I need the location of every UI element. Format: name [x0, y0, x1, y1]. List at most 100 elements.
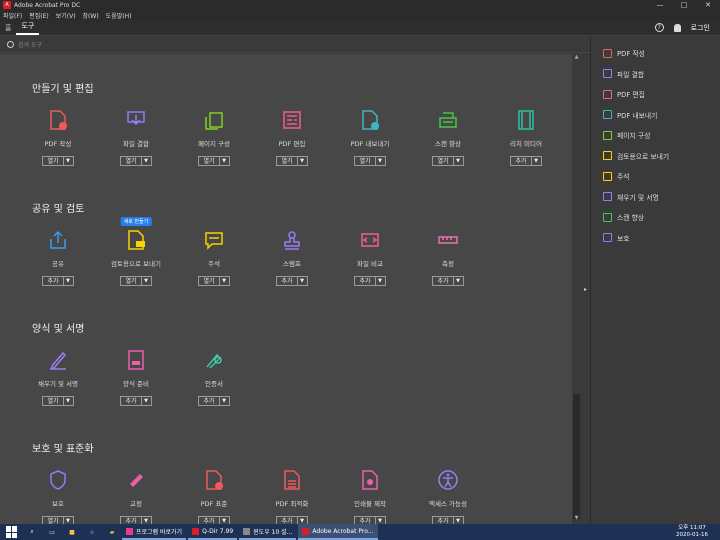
- tool-action-label[interactable]: 열기: [43, 396, 64, 405]
- tool-rich-media[interactable]: 리치 미디어 추가 ▼: [496, 109, 556, 167]
- tool-action-label[interactable]: 열기: [43, 516, 64, 524]
- organize-pages-icon[interactable]: [203, 109, 225, 131]
- tool-action-label[interactable]: 열기: [433, 156, 454, 165]
- tool-measure[interactable]: 측정 추가 ▼: [418, 229, 478, 287]
- send-for-review-icon[interactable]: [125, 229, 147, 251]
- search-bar[interactable]: 검색 도구: [0, 37, 590, 53]
- measure-icon[interactable]: [437, 229, 459, 251]
- chevron-down-icon[interactable]: ▼: [376, 278, 385, 284]
- tool-action-label[interactable]: 열기: [199, 156, 220, 165]
- tool-action-label[interactable]: 열기: [355, 156, 376, 165]
- chevron-down-icon[interactable]: ▼: [64, 518, 73, 524]
- taskbar-app[interactable]: 프로그램 바로가기: [122, 524, 187, 540]
- tool-action-label[interactable]: 추가: [121, 516, 142, 524]
- tool-action-label[interactable]: 열기: [277, 156, 298, 165]
- chevron-down-icon[interactable]: ▼: [64, 278, 73, 284]
- tool-action-label[interactable]: 추가: [277, 276, 298, 285]
- chevron-down-icon[interactable]: ▼: [142, 518, 151, 524]
- chevron-down-icon[interactable]: ▼: [298, 158, 307, 164]
- tool-action-button[interactable]: 추가 ▼: [510, 155, 542, 166]
- optimize-pdf-icon[interactable]: [281, 469, 303, 491]
- scrollbar[interactable]: ▲ ▼: [572, 54, 581, 524]
- tool-scan-enhance[interactable]: 스캔 향상 열기 ▼: [418, 109, 478, 167]
- taskbar-app[interactable]: 윈도우 10 설...: [239, 524, 297, 540]
- tool-action-button[interactable]: 추가 ▼: [276, 275, 308, 286]
- chevron-down-icon[interactable]: ▼: [454, 158, 463, 164]
- tool-action-button[interactable]: 추가 ▼: [354, 515, 386, 524]
- tool-action-label[interactable]: 열기: [121, 156, 142, 165]
- chevron-down-icon[interactable]: ▼: [220, 158, 229, 164]
- tool-pdf-create[interactable]: PDF 작성 열기 ▼: [28, 109, 88, 167]
- edit-pdf-icon[interactable]: [281, 109, 303, 131]
- tool-action-label[interactable]: 추가: [199, 516, 220, 524]
- tool-certificate[interactable]: 인증서 추가 ▼: [184, 349, 244, 407]
- protect-icon[interactable]: [47, 469, 69, 491]
- notification-bell-icon[interactable]: [673, 23, 681, 32]
- chevron-down-icon[interactable]: ▼: [376, 518, 385, 524]
- folder-icon[interactable]: ▰: [104, 524, 120, 540]
- right-pane-item[interactable]: 스캔 향상: [591, 207, 720, 228]
- chevron-down-icon[interactable]: ▼: [220, 398, 229, 404]
- explorer-icon[interactable]: ■: [64, 524, 80, 540]
- chevron-down-icon[interactable]: ▼: [220, 278, 229, 284]
- tool-combine-files[interactable]: 파일 결합 열기 ▼: [106, 109, 166, 167]
- windows-start-icon[interactable]: [6, 526, 20, 538]
- pdf-create-icon[interactable]: [47, 109, 69, 131]
- print-production-icon[interactable]: [359, 469, 381, 491]
- edge-icon[interactable]: e: [84, 524, 100, 540]
- tool-share[interactable]: 공유 추가 ▼: [28, 229, 88, 287]
- chevron-down-icon[interactable]: ▼: [454, 518, 463, 524]
- tool-action-button[interactable]: 열기 ▼: [432, 155, 464, 166]
- right-pane-item[interactable]: 파일 결합: [591, 64, 720, 85]
- chevron-down-icon[interactable]: ▼: [220, 518, 229, 524]
- minimize-button[interactable]: —: [648, 1, 672, 9]
- fill-sign-icon[interactable]: [47, 349, 69, 371]
- accessibility-icon[interactable]: [437, 469, 459, 491]
- tab-home[interactable]: 홈: [0, 23, 16, 33]
- tool-edit-pdf[interactable]: PDF 편집 열기 ▼: [262, 109, 322, 167]
- right-pane-item[interactable]: PDF 내보내기: [591, 105, 720, 126]
- tool-action-button[interactable]: 열기 ▼: [198, 275, 230, 286]
- scroll-up-button[interactable]: ▲: [572, 54, 581, 63]
- tool-action-button[interactable]: 추가 ▼: [198, 395, 230, 406]
- right-pane-item[interactable]: 페이지 구성: [591, 125, 720, 146]
- tool-protect[interactable]: 보호 열기 ▼: [28, 469, 88, 524]
- menu-help[interactable]: 도움말(H): [106, 11, 132, 20]
- menu-view[interactable]: 보기(V): [56, 11, 76, 20]
- search-icon[interactable]: ⌕: [24, 524, 40, 540]
- tool-action-button[interactable]: 열기 ▼: [198, 155, 230, 166]
- tool-action-label[interactable]: 추가: [355, 276, 376, 285]
- tool-action-button[interactable]: 열기 ▼: [354, 155, 386, 166]
- tab-tools[interactable]: 도구: [16, 21, 40, 35]
- tool-send-for-review[interactable]: 새로 만들기 검토용으로 보내기 열기 ▼: [106, 217, 166, 287]
- chevron-down-icon[interactable]: ▼: [64, 398, 73, 404]
- tool-action-button[interactable]: 추가 ▼: [432, 275, 464, 286]
- tool-print-production[interactable]: 인쇄물 제작 추가 ▼: [340, 469, 400, 524]
- login-button[interactable]: 로그인: [691, 23, 710, 33]
- share-icon[interactable]: [47, 229, 69, 251]
- prepare-form-icon[interactable]: [125, 349, 147, 371]
- tool-action-button[interactable]: 열기 ▼: [42, 515, 74, 524]
- scrollbar-thumb[interactable]: [573, 394, 580, 519]
- tool-action-label[interactable]: 추가: [277, 516, 298, 524]
- tool-compare-files[interactable]: 파일 비교 추가 ▼: [340, 229, 400, 287]
- maximize-button[interactable]: □: [672, 1, 696, 9]
- right-pane-item[interactable]: PDF 작성: [591, 43, 720, 64]
- compare-files-icon[interactable]: [359, 229, 381, 251]
- right-pane-item[interactable]: 주석: [591, 166, 720, 187]
- tool-action-button[interactable]: 추가 ▼: [120, 515, 152, 524]
- menu-window[interactable]: 창(W): [83, 11, 99, 20]
- chevron-down-icon[interactable]: ▼: [298, 518, 307, 524]
- certificate-icon[interactable]: [203, 349, 225, 371]
- tool-action-label[interactable]: 추가: [199, 396, 220, 405]
- chevron-down-icon[interactable]: ▼: [454, 278, 463, 284]
- tool-action-button[interactable]: 열기 ▼: [42, 155, 74, 166]
- menu-edit[interactable]: 편집(E): [29, 11, 49, 20]
- tool-action-label[interactable]: 추가: [511, 156, 532, 165]
- chevron-down-icon[interactable]: ▼: [532, 158, 541, 164]
- tool-accessibility[interactable]: 액세스 가능성 추가 ▼: [418, 469, 478, 524]
- tool-redact[interactable]: 교정 추가 ▼: [106, 469, 166, 524]
- taskbar-app[interactable]: Q-Dir 7.99: [188, 524, 238, 540]
- tool-optimize-pdf[interactable]: PDF 최적화 추가 ▼: [262, 469, 322, 524]
- tool-action-button[interactable]: 추가 ▼: [42, 275, 74, 286]
